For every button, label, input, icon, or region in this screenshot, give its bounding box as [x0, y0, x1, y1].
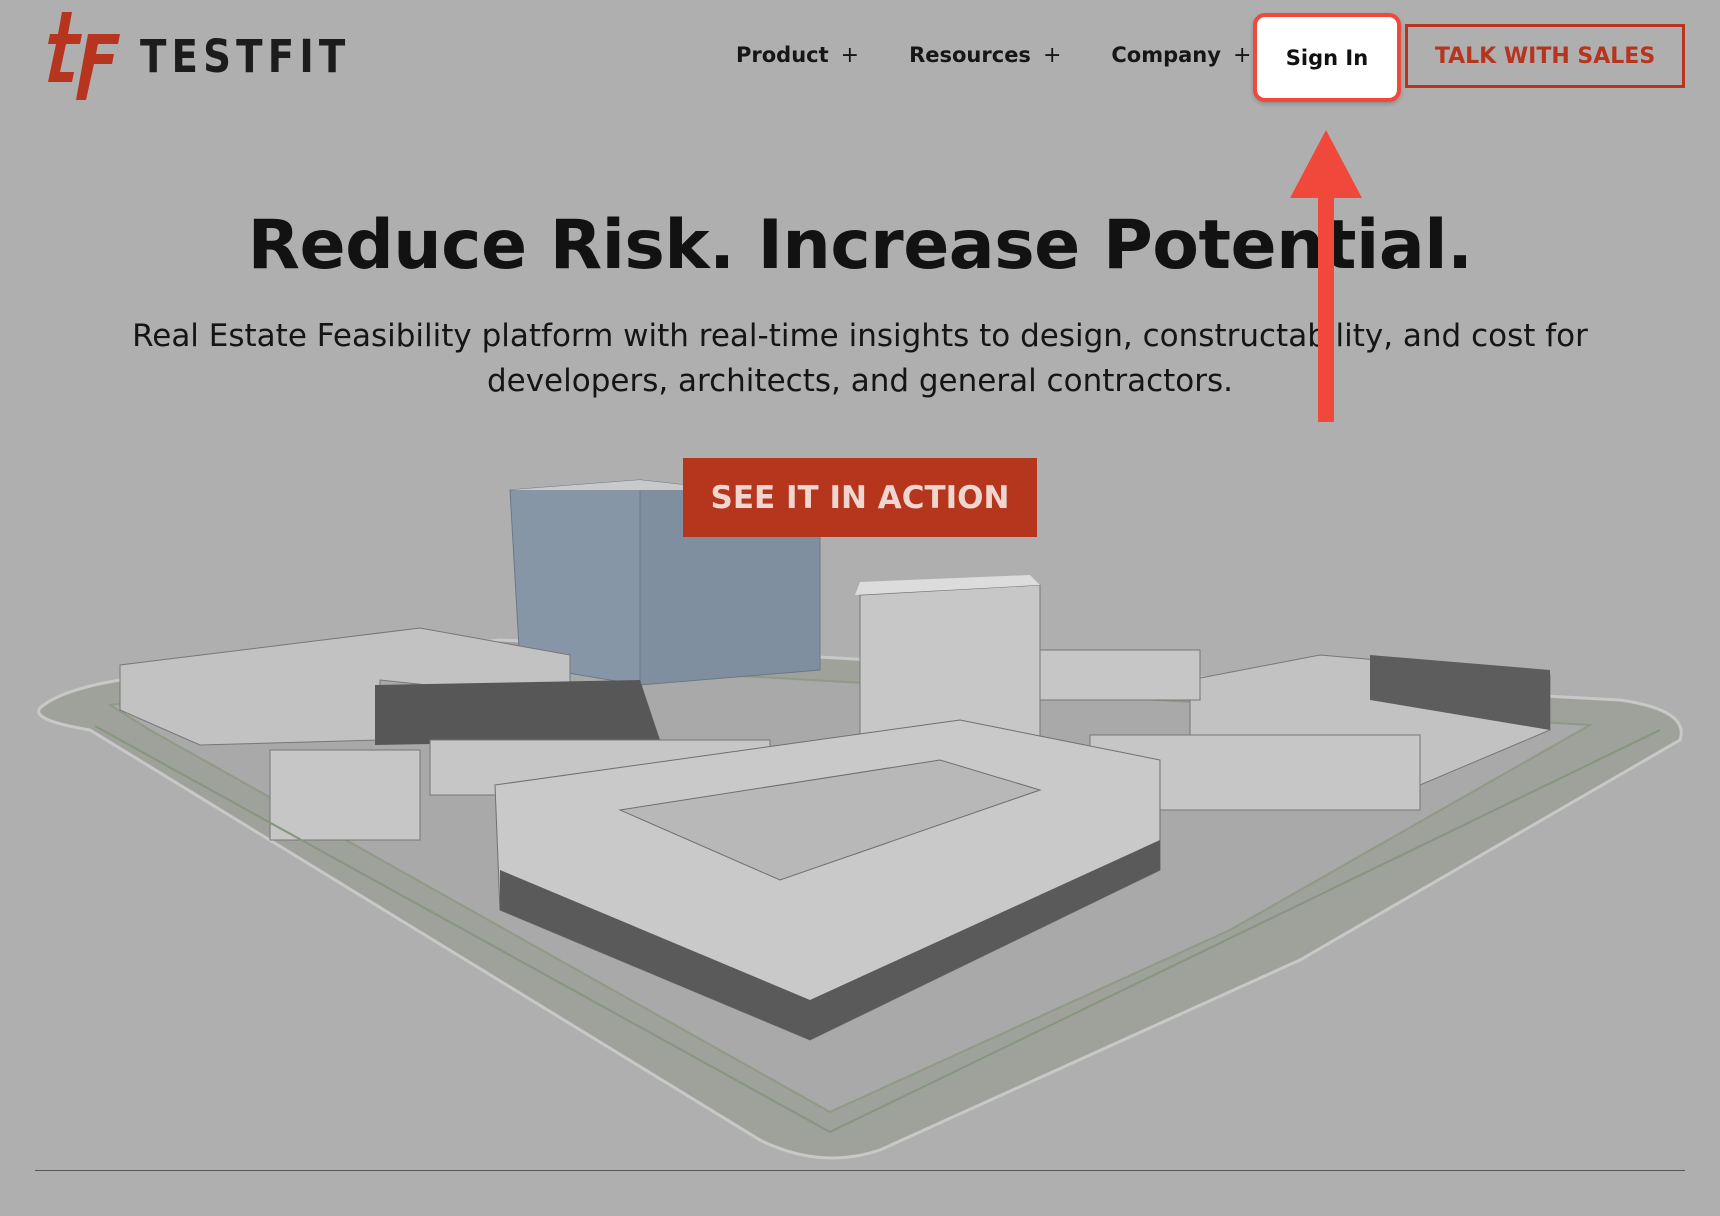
arrow-up-icon: [1290, 130, 1362, 422]
testfit-logo-mark-icon: [48, 12, 120, 100]
brand-name: TESTFIT: [140, 29, 351, 83]
plus-icon: +: [1232, 42, 1252, 68]
hero-title: Reduce Risk. Increase Potential.: [247, 206, 1473, 285]
talk-with-sales-button[interactable]: TALK WITH SALES: [1405, 24, 1685, 88]
nav-item-label: Product: [736, 43, 829, 67]
plus-icon: +: [840, 42, 860, 68]
nav-item-resources[interactable]: Resources +: [909, 38, 1061, 72]
plus-icon: +: [1042, 42, 1062, 68]
site-plan-rendering: [37, 479, 1683, 1160]
nav-item-product[interactable]: Product +: [736, 38, 859, 72]
main-nav: Product + Resources + Company +: [736, 38, 1301, 72]
see-it-in-action-button[interactable]: SEE IT IN ACTION: [683, 458, 1037, 537]
sign-in-button[interactable]: Sign In: [1286, 46, 1368, 70]
testfit-logo[interactable]: TESTFIT: [48, 12, 385, 100]
nav-item-company[interactable]: Company +: [1111, 38, 1251, 72]
hero-subtitle: Real Estate Feasibility platform with re…: [132, 318, 1588, 399]
sign-in-highlight: Sign In: [1253, 13, 1401, 102]
section-divider: [35, 1170, 1685, 1171]
nav-item-label: Resources: [909, 43, 1031, 67]
nav-item-label: Company: [1111, 43, 1221, 67]
